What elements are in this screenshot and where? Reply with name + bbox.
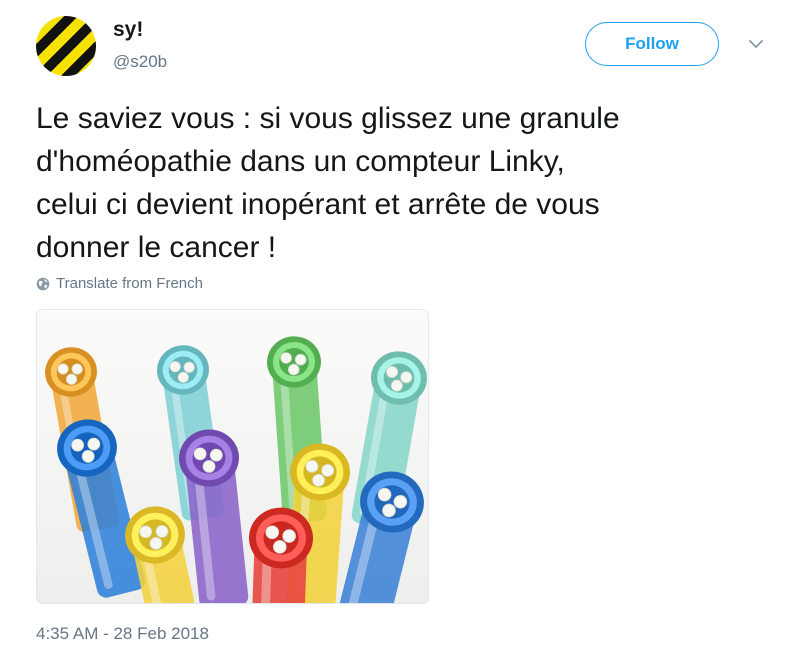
tube bbox=[249, 507, 313, 603]
user-handle[interactable]: @s20b bbox=[113, 52, 167, 72]
follow-button[interactable]: Follow bbox=[585, 22, 719, 66]
user-name[interactable]: sy! bbox=[113, 18, 143, 42]
tweet-image[interactable] bbox=[36, 309, 429, 604]
tweet-text: Le saviez vous : si vous glissez une gra… bbox=[36, 102, 620, 264]
homeopathy-tubes-illustration bbox=[37, 310, 428, 603]
avatar[interactable] bbox=[36, 16, 96, 76]
translate-label: Translate from French bbox=[56, 275, 203, 292]
translate-link[interactable]: Translate from French bbox=[36, 275, 203, 292]
tweet-timestamp: 4:35 AM - 28 Feb 2018 bbox=[36, 624, 209, 643]
globe-icon bbox=[36, 277, 50, 290]
chevron-down-icon[interactable] bbox=[749, 38, 763, 50]
